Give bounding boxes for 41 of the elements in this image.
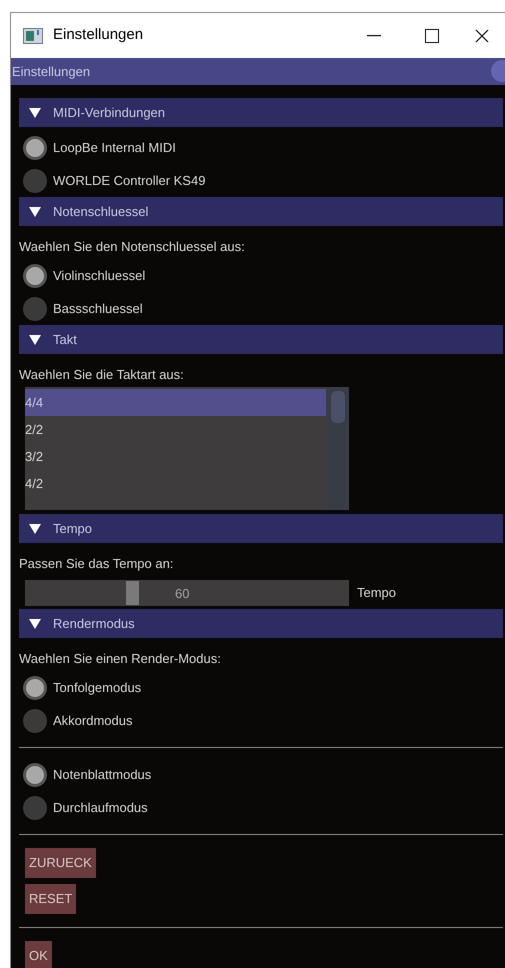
triangle-down-icon	[29, 334, 41, 344]
radio-option[interactable]: Durchlaufmodus	[19, 791, 503, 824]
panel-title: Einstellungen	[11, 62, 90, 81]
list-option[interactable]: 2/2	[25, 416, 326, 443]
triangle-down-icon	[29, 108, 41, 118]
radio-option[interactable]: LoopBe Internal MIDI	[19, 131, 503, 164]
prompt-text: Passen Sie das Tempo an:	[19, 554, 174, 573]
section-header[interactable]: Notenschluessel	[19, 197, 503, 226]
slider-label: Tempo	[357, 584, 396, 602]
listbox[interactable]: 4/4 2/2 3/2 4/2	[25, 387, 349, 510]
app-icon	[23, 28, 43, 44]
section-header[interactable]: Tempo	[19, 514, 503, 543]
list-option[interactable]: 3/2	[25, 443, 326, 470]
triangle-down-icon	[29, 618, 41, 628]
radio-option[interactable]: Bassschluessel	[19, 292, 503, 325]
radio-option[interactable]: Tonfolgemodus	[19, 671, 503, 704]
slider-thumb[interactable]	[126, 580, 139, 604]
section-header[interactable]: Rendermodus	[19, 609, 503, 638]
prompt-text: Waehlen Sie den Notenschluessel aus:	[19, 238, 246, 256]
section-header[interactable]: MIDI-Verbindungen	[19, 98, 503, 127]
window-title: Einstellungen	[53, 25, 144, 46]
prompt-text: Waehlen Sie die Taktart aus:	[19, 366, 185, 384]
prompt-text: Waehlen Sie einen Render-Modus:	[19, 650, 222, 668]
scrollbar[interactable]	[326, 387, 349, 510]
radio-option[interactable]: WORLDE Controller KS49	[19, 164, 503, 197]
list-option[interactable]: 4/2	[25, 470, 326, 497]
slider-value: 60	[175, 584, 190, 602]
tempo-slider[interactable]: 60	[25, 580, 349, 606]
radio-option[interactable]: Violinschluessel	[19, 259, 503, 292]
action-button[interactable]: RESET	[25, 884, 76, 914]
minimize-icon	[367, 34, 381, 36]
triangle-down-icon	[29, 524, 41, 534]
maximize-icon	[425, 28, 439, 42]
action-button[interactable]: OK	[25, 941, 52, 968]
list-option[interactable]: 4/4	[25, 389, 326, 416]
radio-option[interactable]: Akkordmodus	[19, 704, 503, 737]
action-button[interactable]: ZURUECK	[25, 848, 96, 878]
section-header[interactable]: Takt	[19, 325, 503, 354]
triangle-down-icon	[29, 206, 41, 216]
radio-option[interactable]: Notenblattmodus	[19, 758, 503, 791]
close-icon	[475, 28, 489, 42]
